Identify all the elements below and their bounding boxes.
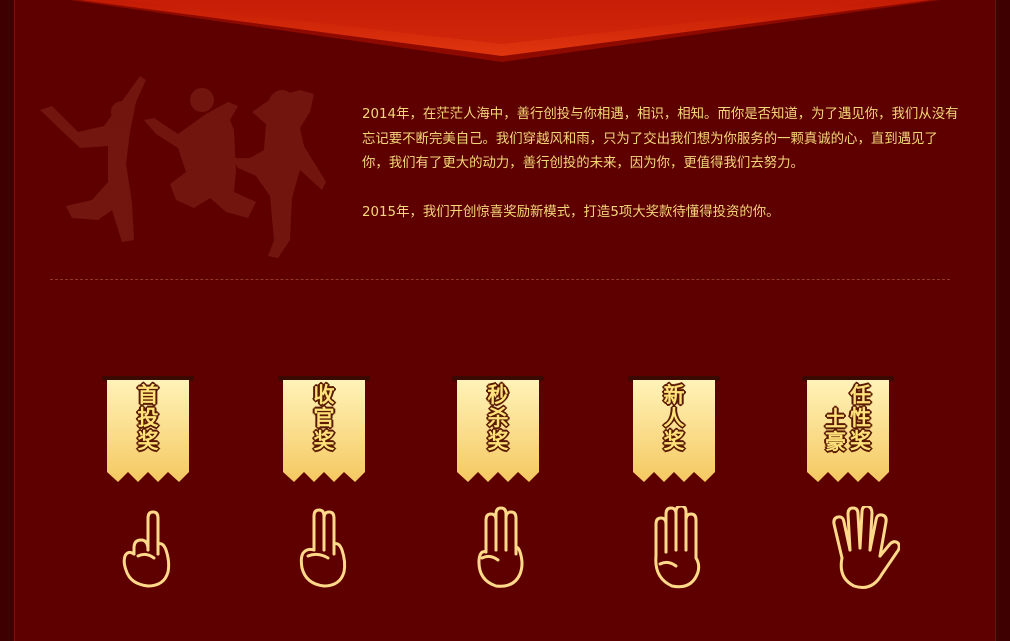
top-banner xyxy=(70,0,940,62)
hand-four-fingers-icon xyxy=(654,506,701,589)
intro-paragraph-2015: 2015年，我们开创惊喜奖励新模式，打造5项大奖款待懂得投资的你。 xyxy=(362,204,780,220)
intro-text: 2014年，在茫茫人海中，善行创投与你相遇，相识，相知。而你是否知道，为了遇见你… xyxy=(362,103,962,249)
right-frame xyxy=(995,0,1010,641)
award-banner: 首 投 奖 xyxy=(102,376,194,484)
jumping-people-silhouette xyxy=(40,76,326,258)
intro-paragraph-2014: 2014年，在茫茫人海中，善行创投与你相遇，相识，相知。而你是否知道，为了遇见你… xyxy=(362,107,959,171)
award-banner: 秒 杀 奖 xyxy=(452,376,544,484)
dashed-divider xyxy=(50,279,950,280)
hand-three-fingers-icon xyxy=(477,506,524,588)
hand-two-fingers-icon xyxy=(299,508,347,588)
hand-five-fingers-icon xyxy=(832,506,900,589)
award-title: 新 人 奖 xyxy=(663,383,685,453)
award-newcomer: 新 人 奖 xyxy=(628,376,720,484)
award-closing: 收 官 奖 xyxy=(278,376,370,484)
award-big-spender: 土 豪 任 性 奖 xyxy=(802,376,894,484)
award-title: 秒 杀 奖 xyxy=(487,383,509,453)
left-frame xyxy=(0,0,15,641)
award-title: 首 投 奖 xyxy=(137,383,159,453)
award-first-investment: 首 投 奖 xyxy=(102,376,194,484)
award-title: 收 官 奖 xyxy=(313,383,335,453)
award-banner: 土 豪 任 性 奖 xyxy=(802,376,894,484)
award-title-left: 土 豪 xyxy=(825,407,846,454)
award-banner: 收 官 奖 xyxy=(278,376,370,484)
award-flash-sale: 秒 杀 奖 xyxy=(452,376,544,484)
award-banner: 新 人 奖 xyxy=(628,376,720,484)
hand-one-finger-icon xyxy=(122,510,171,588)
award-title-right: 任 性 奖 xyxy=(850,383,871,453)
